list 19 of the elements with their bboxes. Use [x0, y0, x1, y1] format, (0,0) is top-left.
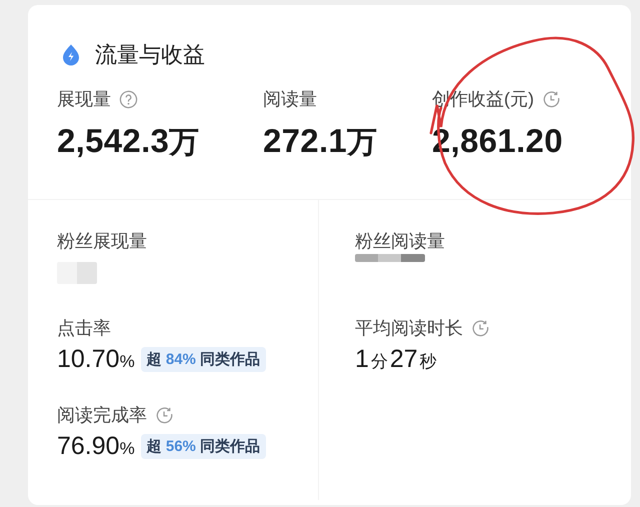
clock-icon[interactable] — [542, 90, 561, 108]
metric-value: 2,542.3万 — [57, 122, 201, 161]
rate-value: 10.70% — [57, 345, 135, 374]
metric-label: 展现量 — [57, 88, 111, 111]
metric-label: 粉丝展现量 — [57, 230, 147, 253]
section-title: 流量与收益 — [95, 41, 205, 69]
duration-value: 1分 27秒 — [355, 345, 438, 374]
metric-label: 阅读完成率 — [57, 404, 147, 427]
metric-label: 平均阅读时长 — [355, 317, 463, 340]
help-icon[interactable] — [119, 90, 138, 108]
rate-value: 76.90% — [57, 432, 135, 461]
comparison-badge: 超 84% 同类作品 — [140, 347, 266, 372]
metric-label: 粉丝阅读量 — [355, 230, 445, 253]
clock-icon[interactable] — [471, 318, 490, 338]
metric-value: 272.1万 — [263, 122, 378, 161]
metric-label: 阅读量 — [263, 88, 317, 111]
comparison-badge: 超 56% 同类作品 — [140, 434, 266, 459]
metric-label: 点击率 — [57, 317, 111, 340]
clock-icon[interactable] — [155, 406, 174, 424]
